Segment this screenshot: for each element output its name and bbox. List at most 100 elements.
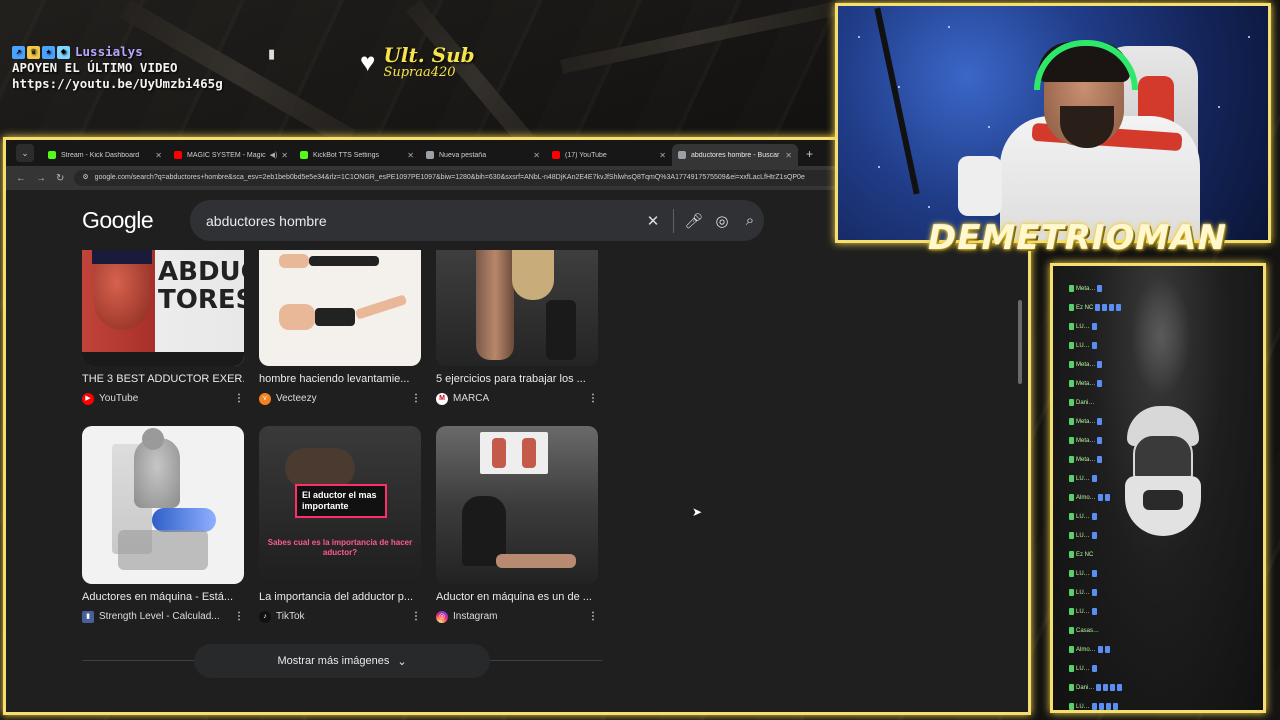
result-title[interactable]: Aductores en máquina - Está...	[82, 591, 244, 605]
result-thumbnail[interactable]: ABDUC TORES	[82, 250, 244, 366]
scrollbar[interactable]	[1018, 300, 1022, 384]
search-input[interactable]: abductores hombre	[206, 213, 639, 229]
overlay-username: Lussialys	[75, 44, 143, 59]
strength-level-icon: ▮	[82, 610, 94, 623]
heart-icon: ♥	[360, 47, 376, 77]
result-source[interactable]: M MARCA ⋮	[436, 392, 598, 405]
back-icon[interactable]: ←	[16, 173, 26, 184]
more-images-button[interactable]: Mostrar más imágenes ⌄	[194, 644, 490, 678]
result-thumbnail[interactable]	[436, 250, 598, 366]
more-options-icon[interactable]: ⋮	[411, 393, 421, 404]
last-sub-title: Ult. Sub	[383, 43, 475, 67]
image-result[interactable]: ABDUC TORES THE 3 BEST ADDUCTOR EXER... …	[82, 250, 244, 405]
tab-magic-system[interactable]: MAGIC SYSTEM - Magic In ◀) ✕	[168, 144, 294, 166]
chat-message: LU…	[1069, 607, 1097, 616]
chat-username: LU…	[1076, 589, 1090, 596]
user-badge-icon	[1069, 703, 1074, 710]
share-icon: ↗	[12, 45, 25, 59]
tab-google-search[interactable]: abductores hombre - Buscar co ✕	[672, 144, 798, 166]
result-title[interactable]: La importancia del adductor p...	[259, 591, 421, 605]
thumb-text: TORES	[158, 285, 244, 315]
result-title[interactable]: 5 ejercicios para trabajar los ...	[436, 373, 598, 387]
emote-icon	[1091, 570, 1097, 577]
user-badge-icon	[1069, 380, 1074, 387]
chat-username: Dani…	[1076, 684, 1095, 691]
emote-icon	[1103, 684, 1109, 691]
close-icon[interactable]: ✕	[407, 151, 414, 160]
result-thumbnail[interactable]	[436, 426, 598, 584]
more-options-icon[interactable]: ⋮	[234, 393, 244, 404]
tab-new-tab[interactable]: Nueva pestaña ✕	[420, 144, 546, 166]
result-source[interactable]: ♪ TikTok ⋮	[259, 610, 421, 623]
emote-icon	[1097, 418, 1103, 425]
user-badge-icon	[1069, 684, 1074, 691]
result-thumbnail[interactable]: El aductor el mas importante Sabes cual …	[259, 426, 421, 584]
more-options-icon[interactable]: ⋮	[411, 611, 421, 622]
emote-icon	[1097, 285, 1103, 292]
user-badge-icon	[1069, 475, 1074, 482]
tab-kickbot[interactable]: KickBot TTS Settings ✕	[294, 144, 420, 166]
search-icon[interactable]: ⌕	[736, 212, 764, 229]
emote-icon	[1097, 646, 1103, 653]
site-info-icon[interactable]: ⚙	[82, 170, 88, 186]
audio-icon[interactable]: ◀)	[270, 151, 278, 159]
tiktok-icon: ♪	[259, 610, 271, 623]
badge-icon: ◆	[57, 45, 70, 59]
chat-username: LU…	[1076, 342, 1090, 349]
chat-message: LU…	[1069, 341, 1097, 350]
result-title[interactable]: hombre haciendo levantamie...	[259, 373, 421, 387]
emote-icon	[1097, 361, 1103, 368]
new-tab-icon[interactable]: +	[806, 147, 813, 161]
forward-icon[interactable]: →	[36, 173, 46, 184]
close-icon[interactable]: ✕	[659, 151, 666, 160]
lens-icon[interactable]: ◎	[708, 212, 736, 230]
result-thumbnail[interactable]	[259, 250, 421, 366]
overlay-link: https://youtu.be/UyUmzbi465g	[12, 76, 223, 91]
emote-icon	[1110, 684, 1116, 691]
result-source[interactable]: ▶ YouTube ⋮	[82, 392, 244, 405]
tab-search-icon[interactable]: ⌄	[16, 144, 34, 162]
chat-username: Meta…	[1076, 418, 1096, 425]
image-result[interactable]: Aductor en máquina es un de ... ◎ Instag…	[436, 426, 598, 623]
google-logo[interactable]: Google	[82, 207, 154, 234]
emote-icon	[1104, 494, 1110, 501]
tab-kick-dashboard[interactable]: Stream - Kick Dashboard ✕	[42, 144, 168, 166]
chat-username: Casas…	[1076, 627, 1100, 634]
close-icon[interactable]: ✕	[155, 151, 162, 160]
close-icon[interactable]: ✕	[785, 151, 792, 160]
emote-icon	[1096, 684, 1102, 691]
clear-icon[interactable]: ✕	[639, 212, 667, 230]
result-source[interactable]: ▮ Strength Level - Calculad... ⋮	[82, 610, 244, 623]
microphone-icon[interactable]: 🎤︎	[680, 212, 708, 230]
result-source[interactable]: ◎ Instagram ⋮	[436, 610, 598, 623]
user-badge-icon	[1069, 399, 1074, 406]
emote-icon	[1112, 703, 1118, 710]
url-text: google.com/search?q=abductores+hombre&sc…	[94, 174, 805, 181]
user-badge-icon	[1069, 551, 1074, 558]
microphone	[958, 156, 1002, 216]
reload-icon[interactable]: ↻	[56, 173, 64, 184]
close-icon[interactable]: ✕	[281, 151, 288, 160]
image-result[interactable]: Aductores en máquina - Está... ▮ Strengt…	[82, 426, 244, 623]
last-sub-widget: ♥ Ult. Sub Supraa420	[360, 44, 475, 80]
result-thumbnail[interactable]	[82, 426, 244, 584]
result-source[interactable]: v Vecteezy ⋮	[259, 392, 421, 405]
more-options-icon[interactable]: ⋮	[588, 393, 598, 404]
result-title[interactable]: Aductor en máquina es un de ...	[436, 591, 598, 605]
tab-youtube[interactable]: (17) YouTube ✕	[546, 144, 672, 166]
vecteezy-icon: v	[259, 392, 271, 405]
image-result[interactable]: 5 ejercicios para trabajar los ... M MAR…	[436, 250, 598, 405]
user-badge-icon	[1069, 513, 1074, 520]
more-options-icon[interactable]: ⋮	[588, 611, 598, 622]
result-title[interactable]: THE 3 BEST ADDUCTOR EXER...	[82, 373, 244, 387]
image-result[interactable]: hombre haciendo levantamie... v Vecteezy…	[259, 250, 421, 405]
emote-icon	[1102, 304, 1108, 311]
image-result[interactable]: El aductor el mas importante Sabes cual …	[259, 426, 421, 623]
pin-icon: ▮	[268, 46, 276, 61]
emote-icon	[1097, 380, 1103, 387]
chat-panel: Meta… Ez NC LU… LU… Meta… Meta… Dani… Meta… Meta…	[1050, 263, 1266, 713]
chat-message: LU…	[1069, 569, 1097, 578]
close-icon[interactable]: ✕	[533, 151, 540, 160]
emote-icon	[1097, 494, 1103, 501]
more-options-icon[interactable]: ⋮	[234, 611, 244, 622]
